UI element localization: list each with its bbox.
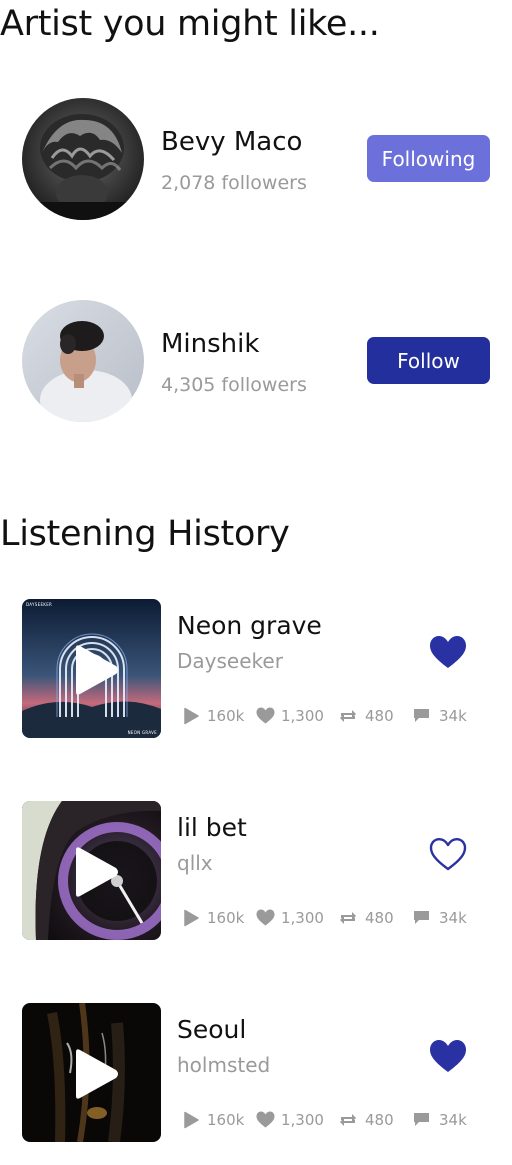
artist-row[interactable]: Minshik 4,305 followers Follow [0, 300, 512, 424]
follow-button[interactable]: Follow [367, 337, 490, 384]
track-artist: Dayseeker [177, 649, 283, 673]
heart-icon[interactable] [429, 635, 467, 671]
heart-icon[interactable] [429, 1039, 467, 1075]
track-cover[interactable]: DAYSEEKER NEON GRAVE [22, 599, 161, 738]
track-artist: holmsted [177, 1053, 271, 1077]
repost-icon [340, 710, 356, 722]
artists-section-title: Artist you might like... [0, 4, 380, 44]
heart-count-icon [256, 909, 275, 926]
play-icon[interactable] [70, 846, 120, 898]
track-row[interactable]: Seoul holmsted 160k 1,300 480 34k [0, 1003, 512, 1145]
play-count-icon [184, 1111, 199, 1129]
track-cover[interactable] [22, 801, 161, 940]
following-button[interactable]: Following [367, 135, 490, 182]
play-icon[interactable] [70, 1048, 120, 1100]
heart-count-icon [256, 707, 275, 724]
track-title: Neon grave [177, 611, 322, 640]
artist-row[interactable]: Bevy Maco 2,078 followers Following [0, 98, 512, 222]
play-count-icon [184, 909, 199, 927]
artist-avatar[interactable] [22, 300, 144, 422]
cover-text: DAYSEEKER [26, 602, 53, 607]
heart-count-icon [256, 1111, 275, 1128]
artist-followers: 2,078 followers [161, 172, 307, 194]
artist-name: Minshik [161, 329, 260, 359]
comment-icon [414, 1113, 429, 1126]
track-row[interactable]: lil bet qllx 160k 1,300 480 34k [0, 801, 512, 943]
artist-avatar[interactable] [22, 98, 144, 220]
track-cover[interactable] [22, 1003, 161, 1142]
comment-icon [414, 709, 429, 722]
track-title: Seoul [177, 1015, 247, 1044]
repost-icon [340, 912, 356, 924]
track-title: lil bet [177, 813, 247, 842]
history-section-title: Listening History [0, 514, 290, 554]
play-count-icon [184, 707, 199, 725]
heart-outline-icon[interactable] [429, 837, 467, 873]
repost-icon [340, 1114, 356, 1126]
artist-followers: 4,305 followers [161, 374, 307, 396]
artist-name: Bevy Maco [161, 127, 303, 157]
track-row[interactable]: DAYSEEKER NEON GRAVE Neon grave Dayseeke… [0, 599, 512, 741]
comment-icon [414, 911, 429, 924]
cover-text: NEON GRAVE [127, 730, 157, 735]
track-artist: qllx [177, 851, 213, 875]
play-icon[interactable] [70, 644, 120, 696]
